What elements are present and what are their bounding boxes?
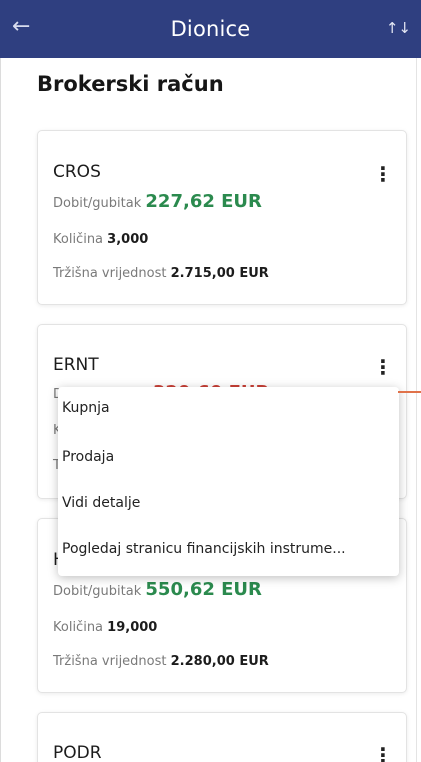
market-value-label: Tržišna vrijednost	[53, 654, 167, 669]
context-menu: Kupnja Prodaja Vidi detalje Pogledaj str…	[58, 387, 399, 576]
annotation-pointer-line	[398, 391, 421, 393]
sort-arrows-icon[interactable]: ↑↓	[386, 19, 411, 37]
menu-item-financial-instrument-page[interactable]: Pogledaj stranicu financijskih instrume.…	[62, 541, 346, 557]
left-frame-border	[0, 58, 1, 762]
holding-name: ERNT	[53, 355, 99, 375]
holding-name: CROS	[53, 162, 101, 182]
market-value-row: Tržišna vrijednost 2.715,00 EUR	[53, 266, 269, 281]
arrow-left-icon[interactable]: ←	[12, 14, 30, 39]
profit-loss-label: Dobit/gubitak	[53, 196, 142, 211]
profit-loss-row: Dobit/gubitak 227,62 EUR	[53, 191, 262, 212]
profit-loss-row: Dobit/gubitak 550,62 EUR	[53, 579, 262, 600]
menu-item-vidi-detalje[interactable]: Vidi detalje	[62, 495, 140, 511]
holding-card[interactable]: CROS ⋮ Dobit/gubitak 227,62 EUR Količina…	[37, 130, 407, 305]
more-vert-icon[interactable]: ⋮	[373, 164, 393, 184]
more-vert-icon[interactable]: ⋮	[373, 357, 393, 377]
holding-card[interactable]: PODR ⋮	[37, 712, 407, 762]
quantity-label: Količina	[53, 232, 104, 247]
more-vert-icon[interactable]: ⋮	[373, 745, 393, 762]
quantity-row: Količina 19,000	[53, 620, 157, 635]
section-title: Brokerski račun	[37, 72, 224, 96]
market-value-value: 2.715,00 EUR	[170, 266, 269, 281]
menu-item-kupnja[interactable]: Kupnja	[62, 400, 110, 416]
profit-loss-value: 227,62 EUR	[145, 191, 262, 212]
quantity-label: Količina	[53, 620, 104, 635]
menu-item-prodaja[interactable]: Prodaja	[62, 449, 114, 465]
market-value-row: Tržišna vrijednost 2.280,00 EUR	[53, 654, 269, 669]
page-title: Dionice	[170, 17, 251, 41]
holding-name: PODR	[53, 743, 102, 762]
profit-loss-value: 550,62 EUR	[145, 579, 262, 600]
quantity-value: 3,000	[107, 232, 149, 247]
profit-loss-label: Dobit/gubitak	[53, 584, 142, 599]
top-app-bar: ← Dionice ↑↓	[0, 0, 421, 58]
right-frame-border	[416, 58, 417, 762]
quantity-value: 19,000	[107, 620, 158, 635]
market-value-label: Tržišna vrijednost	[53, 266, 167, 281]
market-value-value: 2.280,00 EUR	[170, 654, 269, 669]
quantity-row: Količina 3,000	[53, 232, 148, 247]
